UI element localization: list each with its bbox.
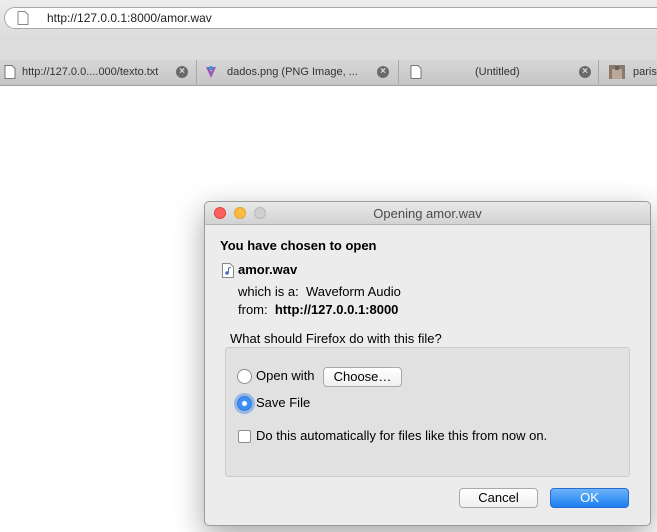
page-icon [17,11,29,25]
tab-strip: http://127.0.0....000/texto.txt dados.pn… [0,60,657,86]
cancel-button[interactable]: Cancel [459,488,538,508]
close-tab-icon[interactable] [377,66,389,78]
dialog-title: Opening amor.wav [373,206,482,221]
url-text[interactable]: http://127.0.0.1:8000/amor.wav [47,11,212,25]
source-url: http://127.0.0.1:8000 [274,302,399,317]
tab-paris[interactable]: paris [599,60,657,84]
tab-texto[interactable]: http://127.0.0....000/texto.txt [0,60,197,84]
auto-action-label[interactable]: Do this automatically for files like thi… [256,428,547,443]
tab-label: paris [633,66,657,78]
auto-action-checkbox[interactable] [238,430,251,443]
dialog-heading: You have chosen to open [220,238,377,253]
tab-label: http://127.0.0....000/texto.txt [22,66,159,78]
close-tab-icon[interactable] [579,66,591,78]
close-tab-icon[interactable] [176,66,188,78]
tab-label: dados.png (PNG Image, ... [227,66,358,78]
which-label: which is a: [238,284,299,299]
action-question: What should Firefox do with this file? [230,331,442,346]
tab-label: (Untitled) [475,66,520,78]
tab-dados[interactable]: dados.png (PNG Image, ... [197,60,399,84]
audio-file-icon [222,263,234,278]
url-bar[interactable]: http://127.0.0.1:8000/amor.wav [4,7,657,29]
browser-toolbar: http://127.0.0.1:8000/amor.wav [0,0,657,38]
file-type-value: Waveform Audio [305,284,401,299]
save-file-radio[interactable] [237,396,252,411]
action-options-group: Open with Choose… Save File Do this auto… [225,347,630,477]
open-with-radio[interactable] [237,369,252,384]
choose-application-button[interactable]: Choose… [323,367,402,387]
from-label: from: [238,302,268,317]
bookmarks-bar [0,38,657,61]
photo-thumbnail-icon [609,65,625,79]
file-source-row: from: http://127.0.0.1:8000 [238,302,398,317]
image-favicon-icon [206,66,216,78]
open-file-dialog: Opening amor.wav You have chosen to open… [204,201,651,526]
file-type-row: which is a: Waveform Audio [238,284,401,299]
file-name: amor.wav [238,262,298,277]
ok-button[interactable]: OK [550,488,629,508]
page-icon [4,65,16,79]
page-icon [410,65,422,79]
open-with-label[interactable]: Open with [256,368,315,383]
dialog-titlebar: Opening amor.wav [205,202,650,225]
tab-untitled[interactable]: (Untitled) [399,60,599,84]
save-file-label[interactable]: Save File [256,395,310,410]
